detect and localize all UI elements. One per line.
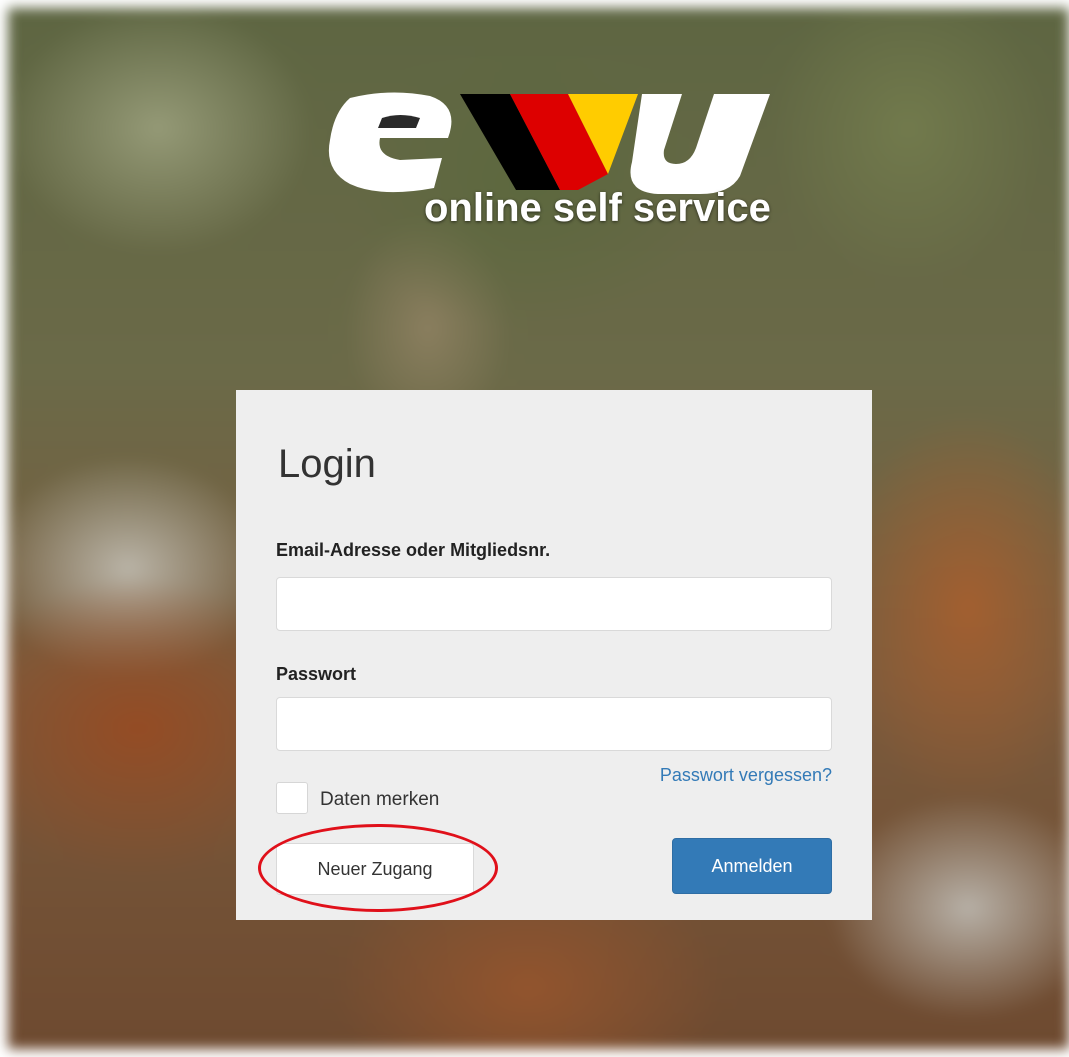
forgot-password-link[interactable]: Passwort vergessen?	[660, 765, 832, 786]
password-label: Passwort	[276, 664, 357, 684]
email-label: Email-Adresse oder Mitgliedsnr.	[276, 540, 551, 560]
remember-checkbox[interactable]	[276, 782, 308, 814]
logo-letter-u	[630, 94, 770, 194]
login-button[interactable]: Anmelden	[672, 838, 832, 894]
login-panel: Login Email-Adresse oder Mitgliedsnr. Pa…	[236, 390, 872, 920]
logo-subtitle: online self service	[424, 186, 771, 230]
page-title: Login	[278, 442, 376, 486]
password-field[interactable]	[276, 697, 832, 751]
email-field[interactable]	[276, 577, 832, 631]
remember-label: Daten merken	[320, 789, 440, 810]
new-account-button[interactable]: Neuer Zugang	[276, 843, 474, 895]
logo-letter-e	[328, 92, 452, 193]
